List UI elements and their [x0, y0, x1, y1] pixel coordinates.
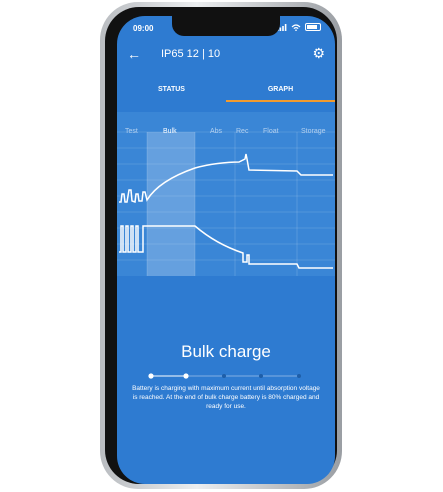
app-header: ← IP65 12 | 10 ⚙	[117, 40, 335, 72]
phase-headline: Bulk charge	[181, 342, 271, 361]
page-title: IP65 12 | 10	[161, 48, 221, 60]
phase-storage-label: Storage	[301, 128, 326, 135]
phase-bulk-label: Bulk	[163, 128, 177, 135]
phase-rec-label: Rec	[236, 128, 249, 135]
bulk-phase-highlight	[147, 132, 195, 276]
phase-abs-label: Abs	[210, 128, 223, 135]
phase-progress	[148, 373, 301, 379]
status-icons	[277, 23, 321, 31]
phase-test-label: Test	[125, 128, 138, 135]
status-time: 09:00	[133, 24, 154, 33]
phone-frame: 09:00 ← IP65 12 | 10 ⚙ STATUS GRAPH Test…	[100, 2, 342, 489]
progress-dot-2	[183, 373, 189, 379]
progress-dot-4	[259, 374, 263, 378]
phone-notch	[172, 16, 280, 36]
app-screen: 09:00 ← IP65 12 | 10 ⚙ STATUS GRAPH Test…	[117, 16, 335, 484]
phase-float-label: Float	[263, 128, 279, 135]
tab-status[interactable]: STATUS	[117, 86, 226, 93]
phase-description: Battery is charging with maximum current…	[132, 385, 320, 410]
battery-icon	[305, 23, 321, 31]
progress-dot-5	[297, 374, 301, 378]
tab-bar: STATUS GRAPH	[117, 80, 335, 102]
wifi-icon	[291, 23, 301, 31]
progress-dot-3	[222, 374, 226, 378]
phone-bezel: 09:00 ← IP65 12 | 10 ⚙ STATUS GRAPH Test…	[105, 7, 337, 484]
tab-graph[interactable]: GRAPH	[226, 86, 335, 93]
progress-dot-1	[148, 373, 154, 379]
back-arrow-icon[interactable]: ←	[127, 46, 141, 62]
gear-icon[interactable]: ⚙	[312, 45, 325, 62]
